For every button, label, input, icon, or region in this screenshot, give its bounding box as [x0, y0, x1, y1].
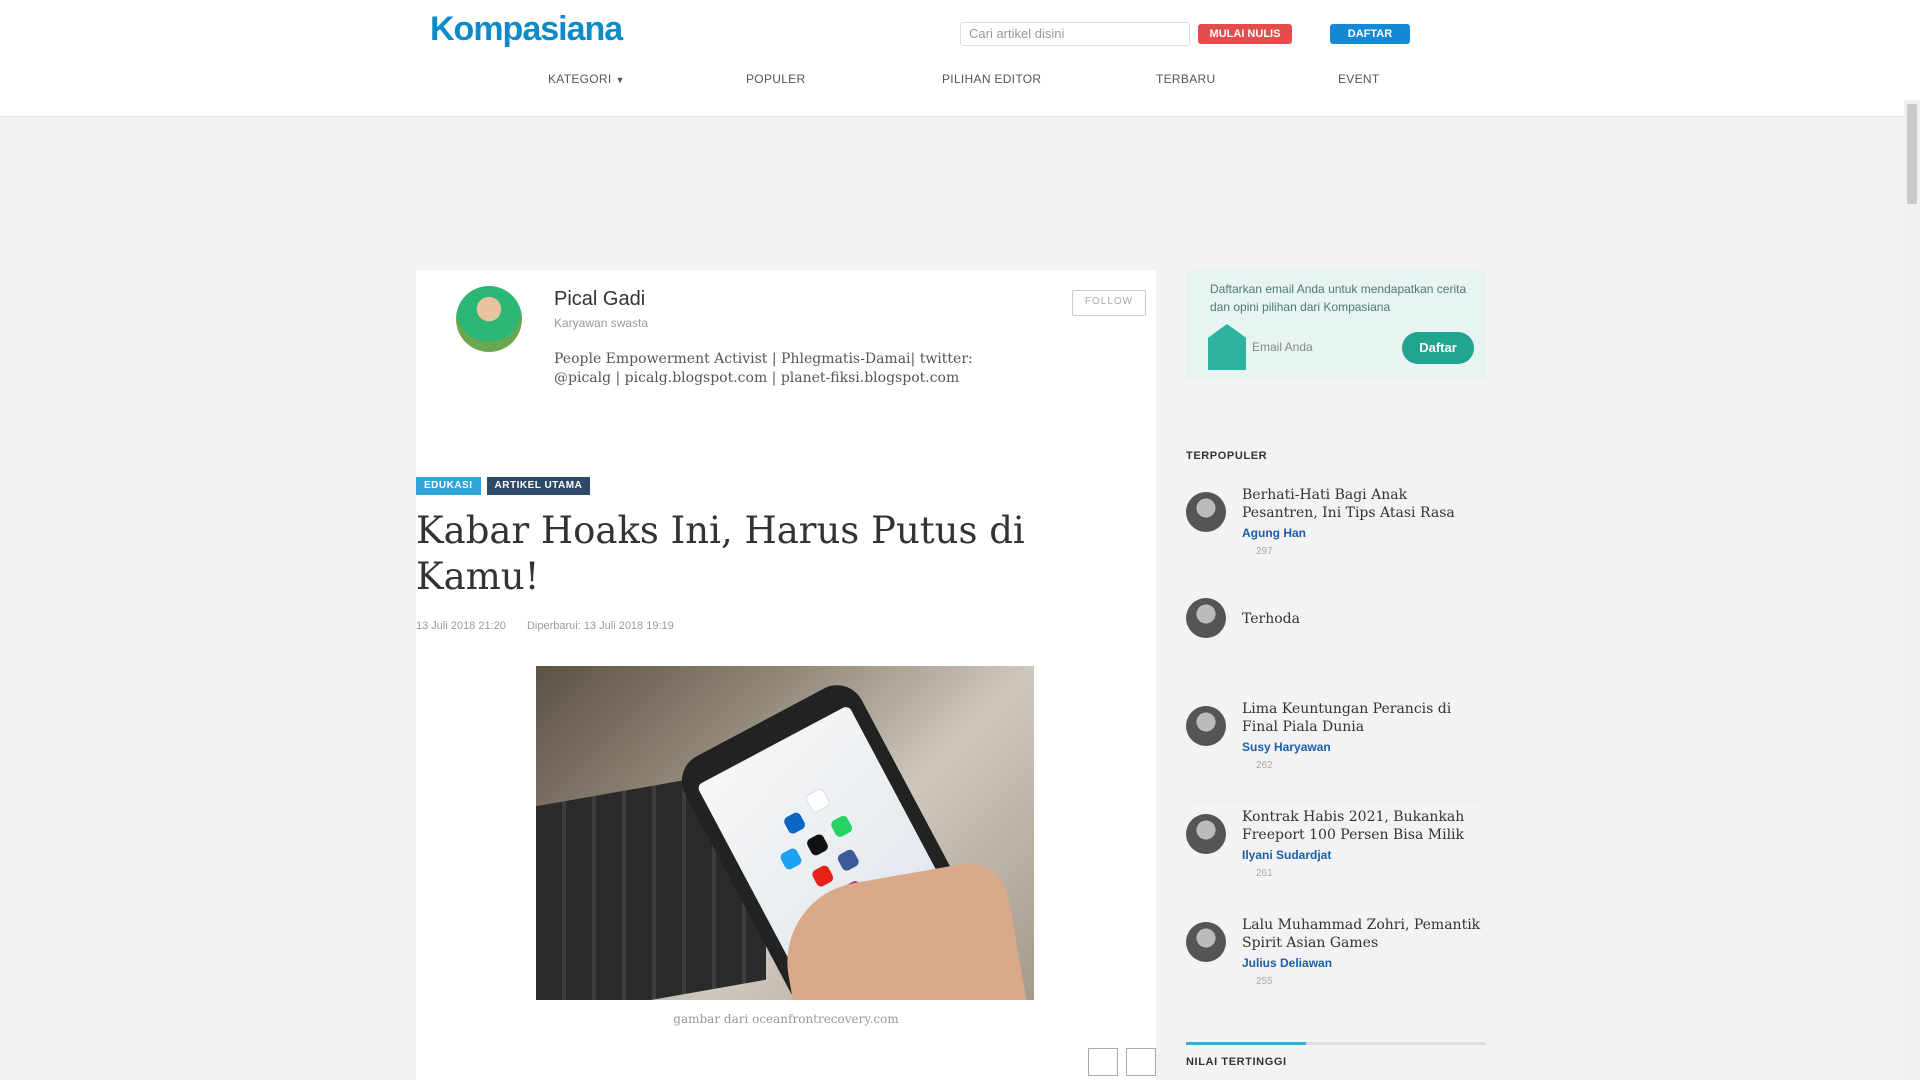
nav-item-label: KATEGORI [548, 72, 612, 86]
tag-artikel-utama[interactable]: ARTIKEL UTAMA [486, 477, 591, 495]
avatar [1186, 922, 1226, 962]
popular-views: 262 [1256, 760, 1273, 771]
tab-indicator-active [1186, 1042, 1306, 1045]
article-title: Kabar Hoaks Ini, Harus Putus di Kamu! [416, 509, 1025, 598]
popular-views: 297 [1256, 546, 1273, 557]
nav-item-pilihan-editor[interactable]: PILIHAN EDITOR [942, 72, 1041, 86]
published-date: 13 Juli 2018 21:20 [416, 620, 506, 632]
newsletter-text: Daftarkan email Anda untuk mendapatkan c… [1210, 282, 1467, 314]
list-item[interactable]: Lalu Muhammad Zohri, Pemantik Spirit Asi… [1186, 916, 1486, 1016]
popular-author[interactable]: Agung Han [1242, 526, 1306, 540]
email-field[interactable]: Email Anda [1252, 332, 1402, 362]
register-button[interactable]: DAFTAR [1330, 24, 1410, 44]
tab-top-rated[interactable]: NILAI TERTINGGI [1186, 1056, 1287, 1068]
list-item[interactable]: Lima Keuntungan Perancis di Final Piala … [1186, 700, 1486, 801]
site-logo[interactable]: Kompasiana [430, 10, 623, 48]
subscribe-button[interactable]: Daftar [1402, 332, 1474, 364]
tag-edukasi[interactable]: EDUKASI [416, 477, 481, 495]
facebook-icon [836, 848, 861, 873]
avatar [1186, 492, 1226, 532]
tab-indicator [1186, 1042, 1486, 1045]
author-job: Karyawan swasta [554, 316, 649, 330]
popular-title[interactable]: Lima Keuntungan Perancis di Final Piala … [1242, 700, 1482, 736]
avatar [1186, 598, 1226, 638]
avatar [1186, 706, 1226, 746]
list-item[interactable]: Kontrak Habis 2021, Bukankah Freeport 10… [1186, 808, 1486, 909]
popular-title[interactable]: Terhoda [1242, 610, 1482, 628]
author-name[interactable]: Pical Gadi [554, 288, 645, 311]
search-input[interactable]: Cari artikel disini [960, 22, 1190, 46]
list-item[interactable]: Terhoda [1186, 592, 1486, 683]
newsletter-box: Daftarkan email Anda untuk mendapatkan c… [1186, 270, 1486, 380]
popular-author[interactable]: Ilyani Sudardjat [1242, 848, 1331, 862]
article-tags: EDUKASI ARTIKEL UTAMA [416, 475, 596, 495]
envelope-icon [1208, 324, 1246, 370]
avatar [1186, 814, 1226, 854]
popular-title[interactable]: Kontrak Habis 2021, Bukankah Freeport 10… [1242, 808, 1482, 844]
sidebar: Daftarkan email Anda untuk mendapatkan c… [1186, 270, 1486, 1080]
updated-date: Diperbarui: 13 Juli 2018 19:19 [526, 620, 674, 632]
author-box: Pical Gadi Karyawan swasta People Empowe… [436, 280, 1146, 400]
article-meta: 13 Juli 2018 21:20 Diperbarui: 13 Juli 2… [416, 620, 692, 632]
scrollbar[interactable] [1904, 100, 1920, 1080]
article-column: Pical Gadi Karyawan swasta People Empowe… [416, 270, 1156, 1080]
linkedin-icon [782, 810, 807, 836]
whatsapp-icon [829, 814, 854, 839]
youtube-icon [810, 863, 835, 889]
nav-item-event[interactable]: EVENT [1338, 72, 1380, 86]
nav-item-populer[interactable]: POPULER [746, 72, 805, 86]
share-button[interactable] [1126, 1048, 1156, 1076]
popular-author[interactable]: Julius Deliawan [1242, 956, 1332, 970]
main-nav: KATEGORI ▼ POPULER PILIHAN EDITOR TERBARU… [0, 66, 1920, 96]
popular-views: 255 [1256, 976, 1273, 987]
nav-item-terbaru[interactable]: TERBARU [1156, 72, 1215, 86]
popular-title[interactable]: Lalu Muhammad Zohri, Pemantik Spirit Asi… [1242, 916, 1482, 952]
popular-heading: TERPOPULER [1186, 450, 1268, 462]
popular-title[interactable]: Berhati-Hati Bagi Anak Pesantren, Ini Ti… [1242, 486, 1482, 522]
author-bio: People Empowerment Activist | Phlegmatis… [554, 351, 973, 386]
nav-item-kategori[interactable]: KATEGORI ▼ [548, 72, 625, 86]
twitter-icon [778, 846, 804, 872]
image-caption: gambar dari oceanfrontrecovery.com [673, 1012, 899, 1026]
start-writing-button[interactable]: MULAI NULIS [1198, 24, 1292, 44]
list-item[interactable]: Berhati-Hati Bagi Anak Pesantren, Ini Ti… [1186, 486, 1486, 587]
follow-button[interactable]: FOLLOW [1072, 290, 1146, 316]
google-icon [804, 787, 832, 815]
camera-icon [805, 832, 830, 858]
popular-views: 261 [1256, 868, 1273, 879]
popular-author[interactable]: Susy Haryawan [1242, 740, 1331, 754]
article-hero-image [536, 666, 1034, 1000]
author-avatar[interactable] [456, 286, 522, 352]
chevron-down-icon: ▼ [615, 75, 625, 85]
site-header: Kompasiana Cari artikel disini MULAI NUL… [0, 0, 1920, 117]
scrollbar-thumb[interactable] [1907, 104, 1917, 204]
share-button[interactable] [1088, 1048, 1118, 1076]
